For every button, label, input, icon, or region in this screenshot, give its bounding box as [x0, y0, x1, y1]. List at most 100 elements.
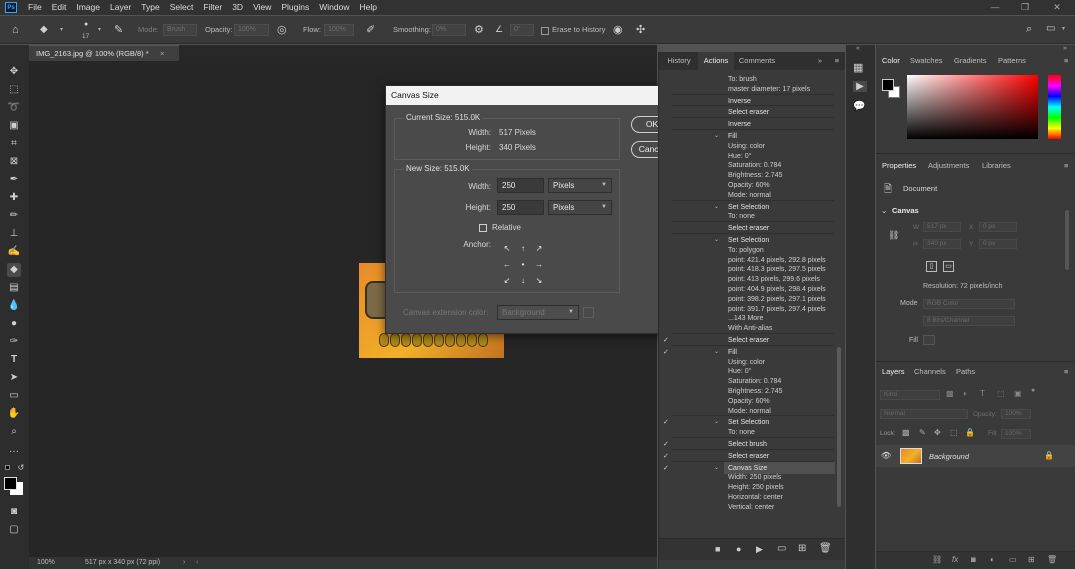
smoothing-input[interactable]: 0%: [432, 24, 466, 36]
record-icon[interactable]: ●: [736, 544, 741, 554]
menu-window[interactable]: Window: [314, 0, 354, 15]
action-step[interactable]: Select eraser: [728, 452, 769, 461]
status-expand-icon[interactable]: ›: [183, 557, 185, 569]
search-icon[interactable]: ⌕: [1026, 23, 1032, 36]
flow-input[interactable]: 100%: [324, 24, 354, 36]
anchor-bottom-left[interactable]: ↙: [500, 274, 514, 288]
panel-menu-icon[interactable]: ≡: [1064, 56, 1068, 65]
y-input[interactable]: 0 px: [979, 239, 1017, 249]
portrait-icon[interactable]: ▯: [926, 261, 937, 272]
gradient-tool-icon[interactable]: ▤: [7, 281, 21, 295]
eyedropper-tool-icon[interactable]: ✒: [7, 173, 21, 187]
anchor-left[interactable]: ←: [500, 258, 514, 272]
clone-stamp-tool-icon[interactable]: ⊥: [7, 227, 21, 241]
minimize-icon[interactable]: —: [980, 0, 1010, 15]
anchor-top-left[interactable]: ↖: [500, 242, 514, 256]
scroll-left-icon[interactable]: ‹: [196, 557, 198, 569]
expand-action-chevron-icon[interactable]: ⌄: [714, 236, 719, 243]
expand-action-chevron-icon[interactable]: ⌄: [714, 464, 719, 471]
path-selection-tool-icon[interactable]: ➤: [7, 371, 21, 385]
new-action-icon[interactable]: ⊞: [798, 543, 806, 554]
action-toggle-check-icon[interactable]: ✓: [663, 348, 669, 356]
tab-color[interactable]: Color: [882, 56, 900, 65]
extension-color-select[interactable]: Background ▼: [497, 305, 579, 320]
tab-patterns[interactable]: Patterns: [998, 56, 1026, 65]
new-layer-icon[interactable]: ⊞: [1028, 555, 1035, 564]
action-step[interactable]: Inverse: [728, 120, 751, 129]
rectangle-tool-icon[interactable]: ▭: [7, 389, 21, 403]
marquee-tool-icon[interactable]: ⬚: [7, 83, 21, 97]
gear-icon[interactable]: ⚙: [474, 23, 484, 36]
actions-scrollbar[interactable]: [837, 347, 841, 507]
lasso-tool-icon[interactable]: ➰: [7, 101, 21, 115]
tab-libraries[interactable]: Libraries: [982, 161, 1011, 170]
panel-menu-icon[interactable]: ≡: [1064, 161, 1068, 170]
action-step[interactable]: Fill: [728, 132, 737, 141]
action-toggle-check-icon[interactable]: ✓: [663, 464, 669, 472]
lock-image-icon[interactable]: ✎: [919, 428, 926, 437]
menu-plugins[interactable]: Plugins: [276, 0, 314, 15]
menu-select[interactable]: Select: [165, 0, 199, 15]
hand-tool-icon[interactable]: ✋: [7, 407, 21, 421]
brush-settings-icon[interactable]: ✎: [114, 23, 123, 36]
quick-mask-icon[interactable]: ◙: [7, 505, 21, 519]
history-brush-tool-icon[interactable]: ✍: [7, 245, 21, 259]
tab-actions[interactable]: Actions: [698, 52, 734, 70]
anchor-bottom[interactable]: ↓: [516, 274, 530, 288]
pressure-opacity-icon[interactable]: ◎: [277, 23, 287, 36]
brush-dot-icon[interactable]: ●: [84, 21, 88, 28]
menu-type[interactable]: Type: [136, 0, 164, 15]
tab-layers[interactable]: Layers: [882, 367, 905, 376]
extension-color-swatch[interactable]: [583, 307, 594, 318]
workspace-chevron-icon[interactable]: ▾: [1062, 25, 1065, 32]
action-step[interactable]: Select eraser: [728, 336, 769, 345]
expand-action-chevron-icon[interactable]: ⌄: [714, 418, 719, 425]
action-step[interactable]: Canvas Size: [728, 464, 767, 473]
link-layers-icon[interactable]: ⛓: [932, 555, 942, 564]
lock-artboard-icon[interactable]: ⬚: [950, 428, 958, 437]
erase-history-checkbox[interactable]: [541, 27, 549, 35]
blend-mode-select[interactable]: Normal: [880, 409, 968, 419]
action-step[interactable]: Inverse: [728, 97, 751, 106]
action-step[interactable]: Select eraser: [728, 224, 769, 233]
new-width-input[interactable]: 250: [497, 178, 544, 193]
restore-icon[interactable]: ❐: [1010, 0, 1040, 15]
blur-tool-icon[interactable]: 💧: [7, 299, 21, 313]
swap-colors-icon[interactable]: ↺: [14, 461, 28, 475]
anchor-bottom-right[interactable]: ↘: [532, 274, 546, 288]
menu-view[interactable]: View: [248, 0, 276, 15]
more-tools-icon[interactable]: ···: [7, 445, 21, 459]
tab-history[interactable]: History: [661, 52, 697, 70]
pixel-filter-icon[interactable]: ▩: [946, 389, 954, 398]
tab-comments[interactable]: Comments: [735, 52, 779, 70]
menu-file[interactable]: File: [23, 0, 47, 15]
brush-tool-icon[interactable]: ✏: [7, 209, 21, 223]
height-unit-select[interactable]: Pixels ▼: [548, 200, 612, 215]
object-selection-tool-icon[interactable]: ▣: [7, 119, 21, 133]
action-toggle-check-icon[interactable]: ✓: [663, 418, 669, 426]
menu-edit[interactable]: Edit: [47, 0, 72, 15]
trash-icon[interactable]: 🗑: [819, 543, 832, 554]
adjustment-filter-icon[interactable]: ◐: [963, 389, 968, 398]
new-group-icon[interactable]: ▭: [1009, 555, 1017, 564]
filter-toggle-icon[interactable]: ●: [1031, 387, 1035, 394]
add-mask-icon[interactable]: ◙: [971, 555, 976, 564]
frame-tool-icon[interactable]: ⊠: [7, 155, 21, 169]
collapse-right-icon[interactable]: »: [1063, 45, 1067, 52]
tab-swatches[interactable]: Swatches: [910, 56, 943, 65]
menu-layer[interactable]: Layer: [105, 0, 136, 15]
menu-image[interactable]: Image: [71, 0, 105, 15]
collapse-panel-icon[interactable]: »: [815, 52, 825, 70]
smart-object-filter-icon[interactable]: ▣: [1014, 389, 1022, 398]
stop-icon[interactable]: ■: [715, 544, 720, 554]
layer-opacity-input[interactable]: 100%: [1001, 409, 1031, 419]
action-toggle-check-icon[interactable]: ✓: [663, 336, 669, 344]
brush-picker-chevron-icon[interactable]: ▾: [98, 26, 101, 33]
tab-paths[interactable]: Paths: [956, 367, 975, 376]
eraser-tool-active-icon[interactable]: ◆: [7, 263, 21, 277]
foreground-color-chip[interactable]: [882, 79, 894, 91]
pressure-size-icon[interactable]: ◉: [613, 23, 623, 36]
link-icon[interactable]: ⛓: [888, 230, 899, 241]
shape-filter-icon[interactable]: ⬚: [997, 389, 1005, 398]
relative-checkbox[interactable]: [479, 224, 487, 232]
